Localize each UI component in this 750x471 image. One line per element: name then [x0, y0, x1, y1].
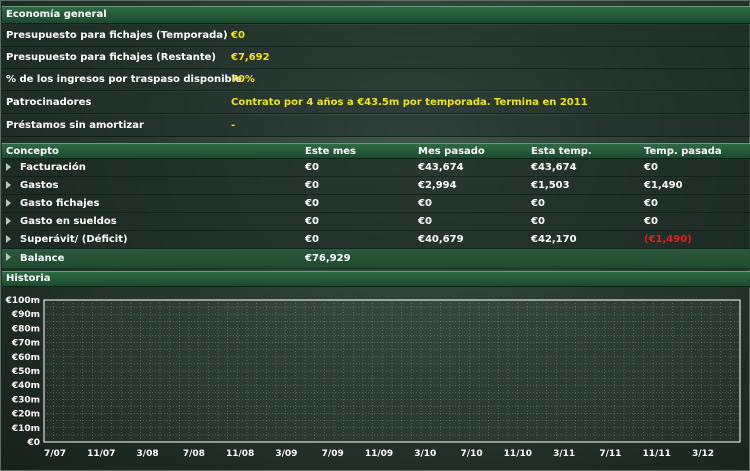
- expand-arrow-icon[interactable]: [6, 235, 11, 243]
- x-tick-label: 7/10: [461, 449, 483, 459]
- y-tick-label: €80m: [11, 324, 40, 334]
- general-economy-title: Economía general: [6, 9, 107, 20]
- history-header: Historia: [2, 271, 750, 287]
- column-this-season[interactable]: Esta temp.: [531, 144, 592, 159]
- expand-arrow-icon[interactable]: [6, 253, 11, 261]
- row-name: Balance: [20, 253, 65, 264]
- cell-last-season-negative: (€1,490): [644, 234, 692, 245]
- history-title: Historia: [6, 273, 51, 284]
- cell-this-month: €0: [305, 234, 319, 245]
- cell-this-month: €0: [305, 198, 319, 209]
- loans-row: Préstamos sin amortizar -: [2, 115, 750, 137]
- x-tick-label: 7/11: [599, 449, 621, 459]
- cell-this-month: €0: [305, 180, 319, 191]
- expand-arrow-icon[interactable]: [6, 163, 11, 171]
- x-tick-label: 7/08: [183, 449, 205, 459]
- cell-this-month: €0: [305, 162, 319, 173]
- cell-balance-value: €76,929: [305, 253, 351, 264]
- general-economy-header: Economía general: [2, 6, 750, 24]
- cell-this-season: €0: [531, 216, 545, 227]
- table-row-wages[interactable]: Gasto en sueldos €0 €0 €0 €0: [2, 213, 750, 231]
- cell-last-month: €0: [418, 198, 432, 209]
- table-row-balance[interactable]: Balance €76,929: [2, 249, 750, 269]
- cell-this-season: €42,170: [531, 234, 577, 245]
- sponsors-label: Patrocinadores: [6, 97, 92, 108]
- expand-arrow-icon[interactable]: [6, 181, 11, 189]
- table-row-expenses[interactable]: Gastos €0 €2,994 €1,503 €1,490: [2, 177, 750, 195]
- expand-arrow-icon[interactable]: [6, 199, 11, 207]
- y-tick-label: €60m: [11, 353, 40, 363]
- cell-last-season: €0: [644, 198, 658, 209]
- y-tick-label: €40m: [11, 381, 40, 391]
- sponsors-value: Contrato por 4 años a €43.5m por tempora…: [231, 97, 588, 108]
- loans-value: -: [231, 120, 236, 131]
- y-tick-label: €70m: [11, 339, 40, 349]
- cell-this-season: €43,674: [531, 162, 577, 173]
- budget-season-label: Presupuesto para fichajes (Temporada): [6, 30, 228, 41]
- finance-panel: Economía general Presupuesto para fichaj…: [0, 0, 750, 471]
- y-tick-label: €90m: [11, 310, 40, 320]
- finance-table-header: Concepto Este mes Mes pasado Esta temp. …: [2, 143, 750, 159]
- x-tick-label: 3/08: [137, 449, 159, 459]
- expand-arrow-icon[interactable]: [6, 217, 11, 225]
- history-chart-area: €0 €10m €20m €30m €40m €50m €60m €70m €80m €90m €1…: [2, 287, 750, 471]
- y-tick-label: €30m: [11, 395, 40, 405]
- row-name: Facturación: [20, 162, 86, 173]
- x-tick-label: 11/10: [504, 449, 532, 459]
- column-last-month[interactable]: Mes pasado: [418, 144, 485, 159]
- loans-label: Préstamos sin amortizar: [6, 120, 144, 131]
- row-name: Gasto fichajes: [20, 198, 100, 209]
- table-row-transfer-spend[interactable]: Gasto fichajes €0 €0 €0 €0: [2, 195, 750, 213]
- table-row-revenue[interactable]: Facturación €0 €43,674 €43,674 €0: [2, 159, 750, 177]
- cell-last-season: €0: [644, 216, 658, 227]
- cell-last-month: €2,994: [418, 180, 457, 191]
- row-name: Superávit/ (Déficit): [20, 234, 128, 245]
- budget-season-row: Presupuesto para fichajes (Temporada) €0: [2, 25, 750, 47]
- y-tick-label: €100m: [5, 296, 40, 306]
- history-chart: €0 €10m €20m €30m €40m €50m €60m €70m €80m €90m €1…: [5, 296, 741, 459]
- x-tick-label: 3/11: [553, 449, 575, 459]
- transfer-revenue-label: % de los ingresos por traspaso disponibl…: [6, 74, 242, 85]
- cell-last-season: €0: [644, 162, 658, 173]
- x-tick-label: 11/09: [365, 449, 393, 459]
- row-name: Gasto en sueldos: [20, 216, 117, 227]
- cell-last-month: €43,674: [418, 162, 464, 173]
- budget-remaining-row: Presupuesto para fichajes (Restante) €7,…: [2, 47, 750, 69]
- transfer-revenue-row: % de los ingresos por traspaso disponibl…: [2, 69, 750, 91]
- y-tick-label: €20m: [11, 410, 40, 420]
- cell-this-season: €1,503: [531, 180, 570, 191]
- budget-remaining-value: €7,692: [231, 52, 270, 63]
- cell-this-season: €0: [531, 198, 545, 209]
- x-tick-label: 3/10: [414, 449, 436, 459]
- y-tick-label: €10m: [11, 424, 40, 434]
- cell-last-month: €40,679: [418, 234, 464, 245]
- column-concept[interactable]: Concepto: [6, 144, 59, 159]
- row-name: Gastos: [20, 180, 59, 191]
- y-tick-label: €50m: [11, 367, 40, 377]
- budget-remaining-label: Presupuesto para fichajes (Restante): [6, 52, 216, 63]
- cell-this-month: €0: [305, 216, 319, 227]
- x-tick-label: 11/07: [87, 449, 115, 459]
- column-last-season[interactable]: Temp. pasada: [644, 144, 722, 159]
- column-this-month[interactable]: Este mes: [305, 144, 356, 159]
- x-tick-label: 7/09: [322, 449, 344, 459]
- x-tick-label: 3/12: [692, 449, 714, 459]
- x-tick-label: 3/09: [275, 449, 297, 459]
- x-tick-label: 11/08: [226, 449, 254, 459]
- cell-last-month: €0: [418, 216, 432, 227]
- y-tick-label: €0: [26, 438, 40, 448]
- x-tick-label: 11/11: [643, 449, 671, 459]
- cell-last-season: €1,490: [644, 180, 683, 191]
- transfer-revenue-value: 70%: [231, 74, 255, 85]
- x-tick-label: 7/07: [44, 449, 66, 459]
- sponsors-row: Patrocinadores Contrato por 4 años a €43…: [2, 92, 750, 114]
- table-row-surplus[interactable]: Superávit/ (Déficit) €0 €40,679 €42,170 …: [2, 231, 750, 249]
- budget-season-value: €0: [231, 30, 245, 41]
